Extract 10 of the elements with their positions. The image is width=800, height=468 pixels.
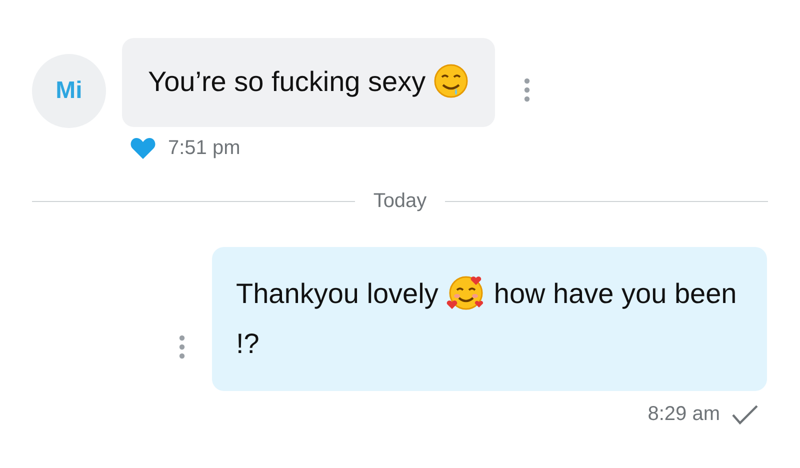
message-time: 7:51 pm — [168, 136, 240, 160]
avatar[interactable]: Mi — [32, 54, 106, 128]
message-bubble: Thankyou lovely how have you been !? — [212, 247, 767, 391]
message-bubble: You’re so fucking sexy — [122, 38, 496, 127]
heart-icon[interactable] — [130, 136, 156, 160]
message-time: 8:29 am — [648, 403, 720, 426]
drooling-face-icon — [433, 63, 470, 99]
more-options-icon[interactable] — [178, 334, 186, 358]
more-options-icon[interactable] — [523, 78, 532, 102]
date-divider-label: Today — [373, 190, 427, 213]
